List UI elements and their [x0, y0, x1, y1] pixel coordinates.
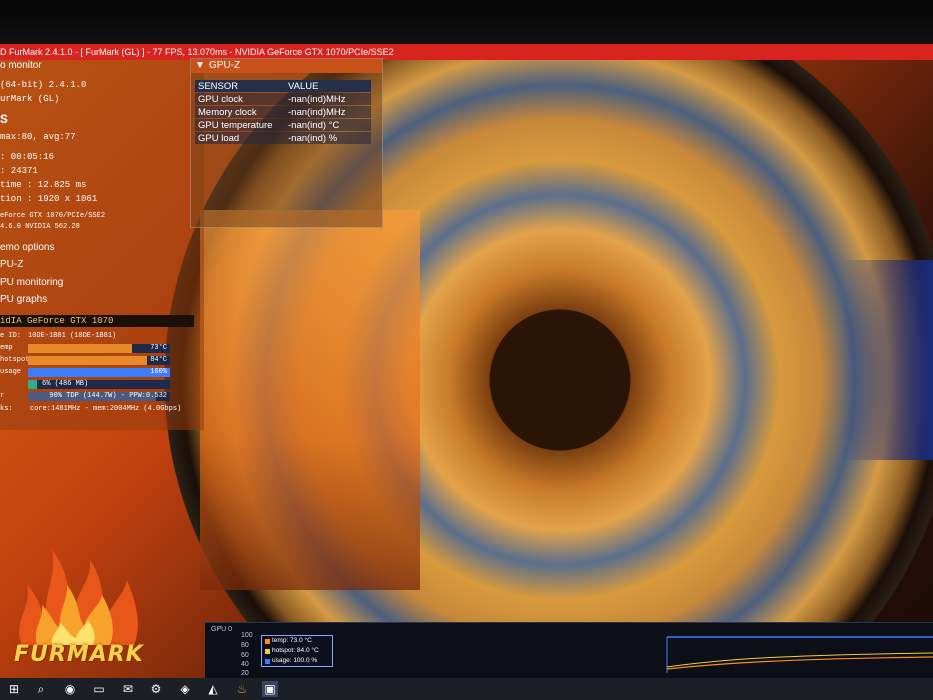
- window-titlebar[interactable]: D FurMark 2.4.1.0 - [ FurMark (GL) ] - 7…: [0, 44, 933, 60]
- collapse-triangle-icon[interactable]: ▼: [195, 59, 205, 73]
- menu-gpu-z[interactable]: PU-Z: [0, 259, 23, 270]
- legend-swatch: [265, 639, 270, 644]
- gpu-z-table: SENSOR VALUE GPU clock -nan(ind)MHz Memo…: [195, 79, 371, 145]
- fps-label: S: [0, 112, 8, 127]
- monitor-bezel: [0, 0, 933, 44]
- windows-icon[interactable]: ⊞: [6, 681, 22, 697]
- sensor-value: -nan(ind) %: [285, 132, 371, 144]
- furmark-logo-text: FURMARK: [14, 642, 144, 667]
- memory-bar: 6% (486 MB): [28, 380, 170, 389]
- graph-legend: temp: 73.0 °C hotspot: 84.0 °C usage: 10…: [261, 635, 333, 667]
- menu-demo-options[interactable]: emo options: [0, 242, 54, 253]
- hotspot-bar-fill: [28, 356, 148, 365]
- renderer-line: urMark (GL): [0, 94, 60, 104]
- menu-gpu-monitoring[interactable]: PU monitoring: [0, 277, 63, 288]
- table-row: GPU temperature -nan(ind) °C: [195, 119, 371, 131]
- power-bar: 90% TDP (144.7W) - PPW:0.532: [28, 392, 170, 401]
- search-icon[interactable]: ⌕: [33, 681, 49, 697]
- furmark-flame-logo: [19, 550, 138, 645]
- power-value: 90% TDP (144.7W) - PPW:0.532: [49, 392, 167, 400]
- sensor-name: GPU load: [195, 132, 285, 144]
- usage-label: usage: [0, 368, 22, 376]
- temp-bar-fill: [28, 344, 132, 353]
- usage-value: 100%: [150, 368, 167, 376]
- gpu-z-header[interactable]: ▼ GPU-Z: [191, 59, 382, 73]
- furmark-icon[interactable]: ♨: [234, 681, 250, 697]
- monitor-panel: o monitor (64-bit) 2.4.1.0 urMark (GL) S…: [0, 60, 204, 430]
- temp-bar: 73°C: [28, 344, 170, 353]
- orange-glow: [200, 210, 420, 590]
- gpu-z-title: GPU-Z: [209, 60, 241, 71]
- elapsed-time: : 00:05:16: [0, 152, 55, 162]
- panel-header: o monitor: [0, 60, 42, 71]
- explorer-icon[interactable]: ▭: [91, 681, 107, 697]
- blue-edge: [840, 260, 933, 460]
- sensor-name: GPU clock: [195, 93, 285, 105]
- hotspot-label: hotspot: [0, 356, 30, 364]
- legend-swatch: [265, 649, 270, 654]
- gpu-name-line: eForce GTX 1070/PCIe/SSE2: [0, 212, 106, 220]
- sensor-name: Memory clock: [195, 106, 285, 118]
- legend-temp: temp: 73.0 °C: [272, 637, 312, 644]
- sensor-name: GPU temperature: [195, 119, 285, 131]
- legend-usage: usage: 100.0 %: [272, 657, 318, 664]
- memory-value: 6% (486 MB): [42, 380, 89, 388]
- vlc-icon[interactable]: ◭: [205, 681, 221, 697]
- table-header-row: SENSOR VALUE: [195, 80, 371, 92]
- table-row: Memory clock -nan(ind)MHz: [195, 106, 371, 118]
- usage-bar-fill: [28, 368, 170, 377]
- temp-label: emp: [0, 344, 13, 352]
- sensor-column-header: SENSOR: [195, 80, 285, 92]
- legend-item: usage: 100.0 %: [262, 656, 332, 666]
- hotspot-bar: 84°C: [28, 356, 170, 365]
- chrome-icon[interactable]: ◉: [62, 681, 78, 697]
- gpu-z-panel: ▼ GPU-Z SENSOR VALUE GPU clock -nan(ind)…: [190, 58, 383, 228]
- window-icon[interactable]: ▣: [262, 681, 278, 697]
- gamepad-icon[interactable]: ◈: [177, 681, 193, 697]
- gpu-section-title: idIA GeForce GTX 1070: [0, 316, 114, 326]
- legend-hotspot: hotspot: 84.0 °C: [272, 647, 319, 654]
- clocks-label: ks:: [0, 405, 13, 413]
- device-id: 10DE-1B81 (10DE-1B81): [28, 332, 117, 340]
- fps-stats: max:80, avg:77: [0, 132, 76, 142]
- power-label: r: [0, 392, 5, 400]
- sensor-value: -nan(ind)MHz: [285, 106, 371, 118]
- legend-swatch: [265, 659, 270, 664]
- clocks-value: core:1481MHz - mem:2004MHz (4.0Gbps): [30, 405, 182, 413]
- frame-time: time : 12.825 ms: [0, 180, 87, 190]
- version-line: (64-bit) 2.4.1.0: [0, 80, 87, 90]
- usage-bar: 100%: [28, 368, 170, 377]
- legend-item: temp: 73.0 °C: [262, 636, 332, 646]
- gpu-graph-panel: GPU 0 100 80 60 40 20 temp: 73.0 °C hots…: [205, 622, 933, 679]
- menu-gpu-graphs[interactable]: PU graphs: [0, 294, 47, 305]
- mail-icon[interactable]: ✉: [120, 681, 136, 697]
- driver-line: 4.6.0 NVIDIA 562.28: [0, 223, 80, 231]
- legend-item: hotspot: 84.0 °C: [262, 646, 332, 656]
- frame-count: : 24371: [0, 166, 38, 176]
- temp-value: 73°C: [150, 344, 167, 352]
- sensor-value: -nan(ind)MHz: [285, 93, 371, 105]
- hotspot-value: 84°C: [150, 356, 167, 364]
- temp-line: [666, 656, 933, 670]
- windows-taskbar: ⊞ ⌕ ◉ ▭ ✉ ⚙ ◈ ◭ ♨ ▣: [0, 678, 933, 700]
- gpu-section-header: idIA GeForce GTX 1070: [0, 315, 194, 327]
- table-row: GPU clock -nan(ind)MHz: [195, 93, 371, 105]
- sensor-value: -nan(ind) °C: [285, 119, 371, 131]
- value-column-header: VALUE: [285, 80, 371, 92]
- memory-bar-fill: [28, 380, 37, 389]
- device-id-label: e ID:: [0, 332, 22, 340]
- resolution: tion : 1920 x 1061: [0, 194, 98, 204]
- steam-icon[interactable]: ⚙: [148, 681, 164, 697]
- table-row: GPU load -nan(ind) %: [195, 132, 371, 144]
